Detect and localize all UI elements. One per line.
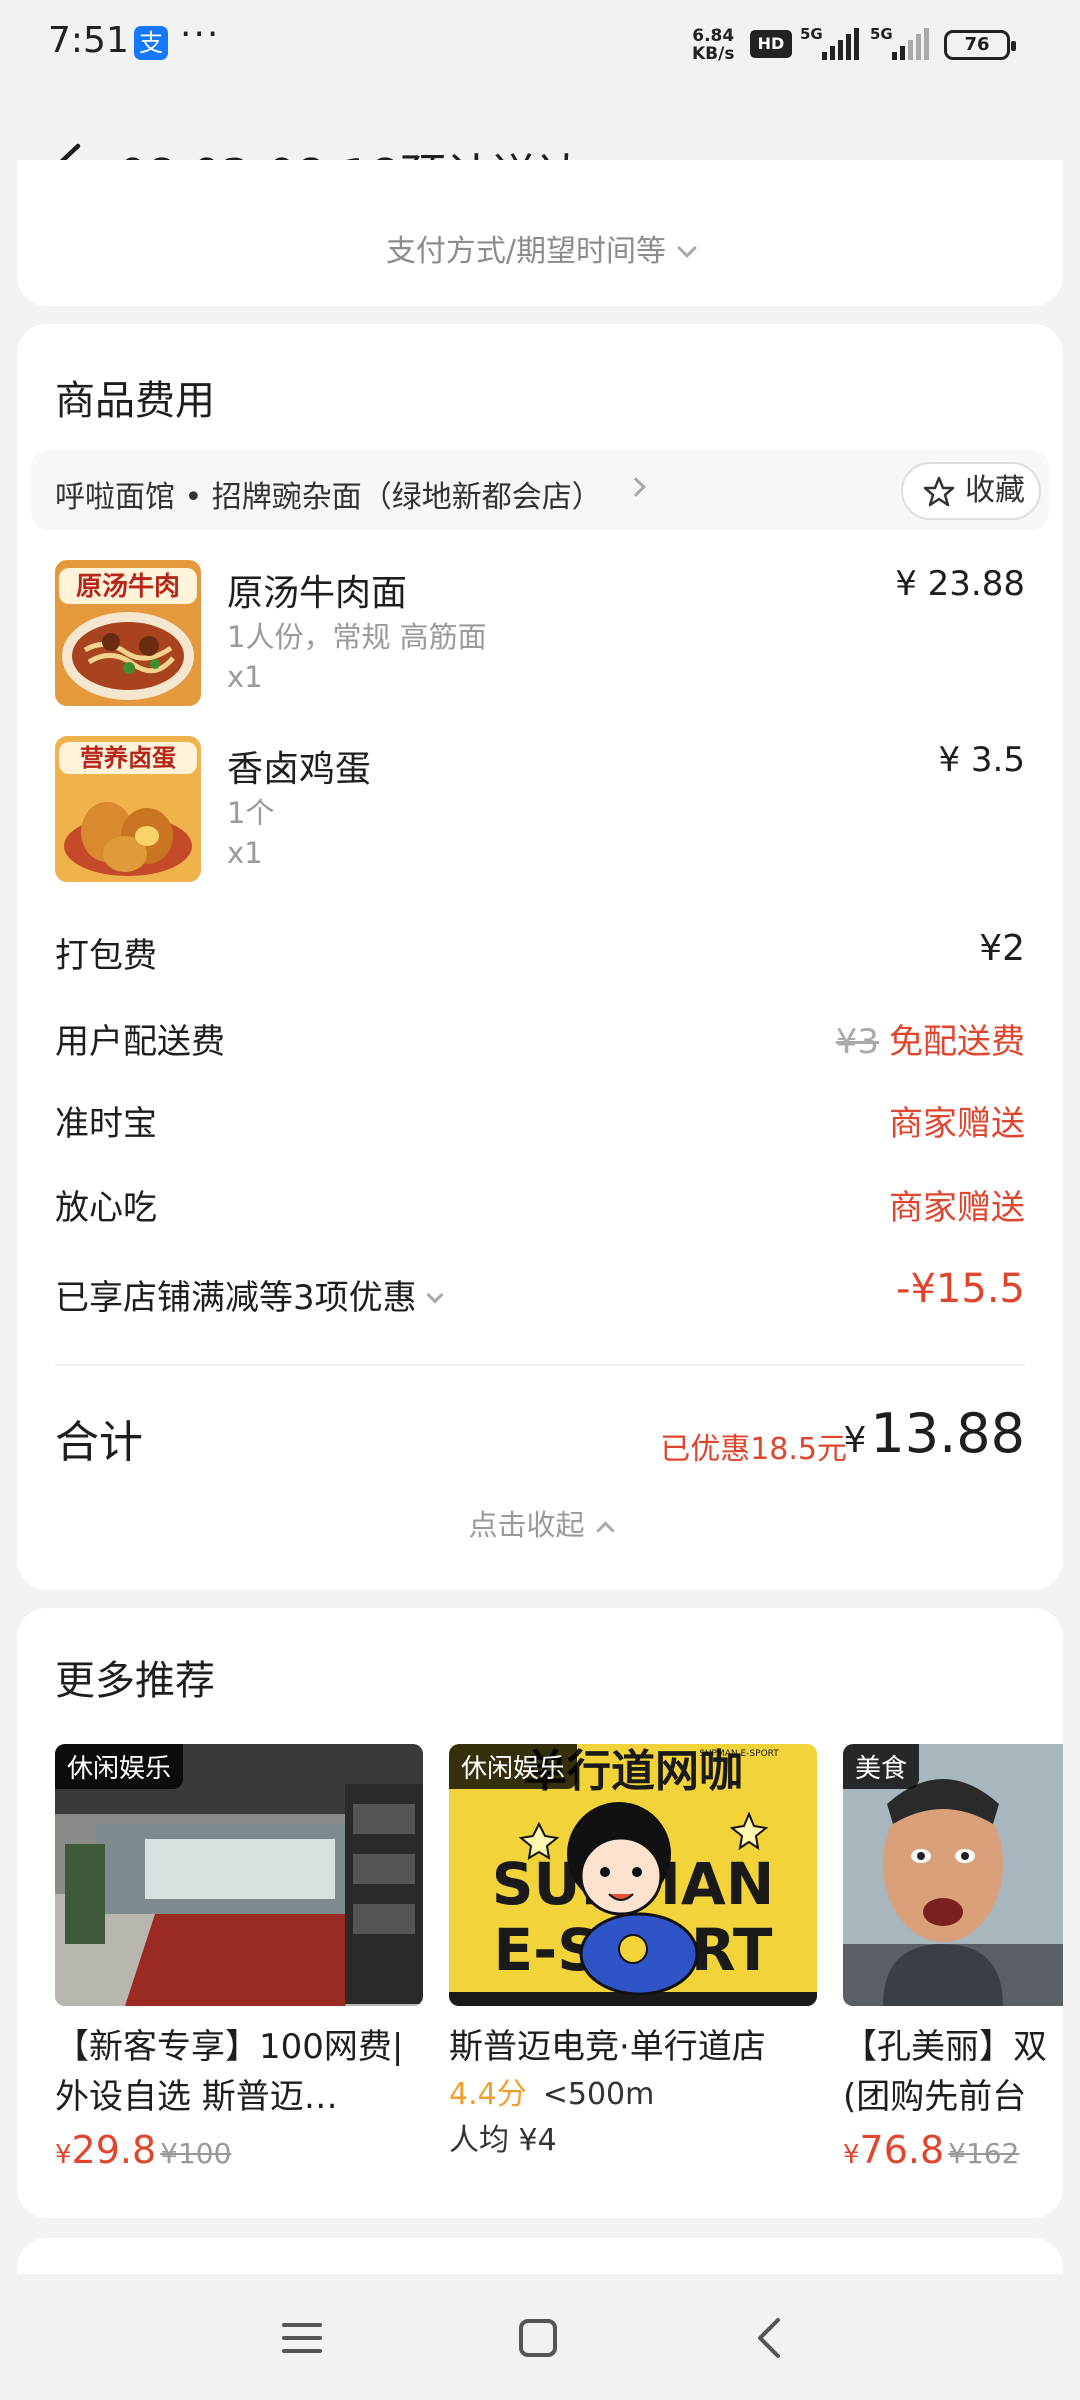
chevron-right-icon bbox=[626, 477, 646, 497]
item-name: 原汤牛肉面 bbox=[227, 573, 408, 614]
promo-row[interactable]: 已享店铺满减等3项优惠 -¥15.5 bbox=[55, 1266, 1025, 1326]
total-amount: ¥13.88 bbox=[844, 1402, 1026, 1465]
recommend-item[interactable]: 休闲娱乐 【新客专享】100网费|外设自选 斯普迈… ¥29.8 ¥100 bbox=[55, 1744, 423, 2172]
price-symbol: ¥ bbox=[55, 2140, 72, 2170]
packing-fee-row: 打包费 ¥2 bbox=[55, 928, 1025, 978]
payment-options-toggle[interactable]: 支付方式/期望时间等 bbox=[17, 226, 1063, 270]
signal-1-label: 5G bbox=[800, 26, 823, 43]
category-tag: 美食 bbox=[843, 1744, 920, 1789]
promo-label-wrap: 已享店铺满减等3项优惠 bbox=[55, 1270, 444, 1319]
original-price: ¥100 bbox=[160, 2137, 232, 2170]
alipay-icon: 支 bbox=[134, 26, 168, 60]
back-icon[interactable] bbox=[748, 2316, 792, 2360]
item-price: ¥ 3.5 bbox=[938, 740, 1025, 780]
category-tag: 休闲娱乐 bbox=[449, 1744, 578, 1789]
order-confirm-page: 7:51 支 ··· 6.84 KB/s HD 5G 5G 76 08:03-0… bbox=[0, 0, 1080, 2400]
item-quantity: x1 bbox=[227, 660, 263, 694]
item-thumbnail: 营养卤蛋 bbox=[55, 736, 201, 882]
chevron-up-icon bbox=[595, 1521, 615, 1540]
original-price: ¥162 bbox=[948, 2137, 1020, 2170]
recommend-item-meta: 4.4分 <500m bbox=[449, 2072, 817, 2118]
image-sign-small-text: SUPMAN E-SPORT bbox=[699, 1749, 779, 1759]
item-thumbnail: 原汤牛肉 bbox=[55, 560, 201, 706]
status-bar: 7:51 支 ··· 6.84 KB/s HD 5G 5G 76 bbox=[0, 0, 1080, 92]
recommend-card: 更多推荐 休闲娱乐 【新客专享】100网费|外设自选 斯普迈… ¥29.8 ¥1… bbox=[17, 1608, 1063, 2218]
battery-icon: 76 bbox=[944, 30, 1016, 60]
favorite-button[interactable]: 收藏 bbox=[901, 462, 1041, 520]
divider bbox=[55, 1364, 1025, 1366]
network-speed-value: 6.84 bbox=[692, 26, 735, 46]
total-label: 合计 bbox=[55, 1417, 143, 1468]
rating-score: 4.4分 bbox=[449, 2077, 527, 2112]
recommend-item[interactable]: 单行道网咖 SUPMAN E-SPORT SUPMAN E-SPORT 休闲娱乐… bbox=[449, 1744, 817, 2164]
collapse-label: 点击收起 bbox=[468, 1508, 585, 1542]
system-navigation-bar bbox=[0, 2274, 1080, 2400]
item-spec: 1人份，常规 高筋面 bbox=[227, 620, 487, 654]
item-spec: 1个 bbox=[227, 796, 275, 830]
fees-title: 商品费用 bbox=[55, 378, 215, 424]
chevron-down-icon bbox=[426, 1286, 444, 1304]
recommend-image: 休闲娱乐 bbox=[55, 1744, 423, 2006]
delivery-fee-row: 用户配送费 ¥3 免配送费 bbox=[55, 1014, 1025, 1064]
hd-voice-badge: HD bbox=[750, 30, 792, 58]
category-tag: 休闲娱乐 bbox=[55, 1744, 184, 1789]
price-value: 29.8 bbox=[71, 2128, 157, 2172]
average-price: 人均 ¥4 bbox=[449, 2123, 557, 2158]
favorite-label: 收藏 bbox=[965, 473, 1025, 508]
recommend-image: 单行道网咖 SUPMAN E-SPORT SUPMAN E-SPORT 休闲娱乐 bbox=[449, 1744, 817, 2006]
safe-label: 放心吃 bbox=[55, 1188, 157, 1228]
home-square-icon[interactable] bbox=[516, 2316, 560, 2360]
price-symbol: ¥ bbox=[843, 2140, 860, 2170]
item-thumbnail-text: 营养卤蛋 bbox=[80, 744, 176, 772]
signal-1-icon: 5G bbox=[800, 26, 859, 60]
ontime-value: 商家赠送 bbox=[889, 1104, 1025, 1144]
chevron-down-icon bbox=[677, 238, 697, 258]
more-notifications-icon: ··· bbox=[180, 14, 221, 55]
signal-2-label: 5G bbox=[870, 26, 893, 43]
recommend-item-title: 【新客专享】100网费|外设自选 斯普迈… bbox=[55, 2027, 404, 2117]
packing-fee-value: ¥2 bbox=[979, 928, 1025, 969]
payment-options-label: 支付方式/期望时间等 bbox=[385, 234, 667, 269]
recommend-item-title: 斯普迈电竞·单行道店 bbox=[449, 2027, 766, 2067]
item-price: ¥ 23.88 bbox=[895, 564, 1025, 604]
recommend-item-title: 【孔美丽】双(团购先前台 bbox=[843, 2027, 1047, 2117]
network-speed: 6.84 KB/s bbox=[692, 27, 734, 63]
item-name: 香卤鸡蛋 bbox=[227, 749, 372, 790]
total-amount-value: 13.88 bbox=[870, 1402, 1025, 1465]
recommend-title: 更多推荐 bbox=[55, 1658, 215, 1704]
collapse-toggle[interactable]: 点击收起 bbox=[17, 1502, 1063, 1544]
total-currency: ¥ bbox=[843, 1420, 867, 1461]
item-thumbnail-text: 原汤牛肉 bbox=[76, 572, 180, 602]
payment-card: 支付方式/期望时间等 bbox=[17, 160, 1063, 306]
star-outline-icon bbox=[923, 476, 955, 507]
signal-2-icon: 5G bbox=[870, 26, 929, 60]
promo-value: -¥15.5 bbox=[896, 1266, 1025, 1312]
ontime-row: 准时宝 商家赠送 bbox=[55, 1096, 1025, 1146]
safe-value: 商家赠送 bbox=[889, 1188, 1025, 1228]
promo-label: 已享店铺满减等3项优惠 bbox=[55, 1278, 417, 1318]
total-saved: 已优惠18.5元 bbox=[660, 1432, 847, 1467]
network-speed-unit: KB/s bbox=[692, 44, 735, 64]
delivery-fee-label: 用户配送费 bbox=[55, 1022, 225, 1062]
status-time: 7:51 bbox=[48, 20, 129, 61]
packing-fee-label: 打包费 bbox=[55, 936, 157, 976]
menu-icon[interactable] bbox=[280, 2316, 324, 2360]
ontime-label: 准时宝 bbox=[55, 1104, 157, 1144]
fees-card: 商品费用 呼啦面馆 • 招牌豌杂面（绿地新都会店） 收藏 原汤牛肉 原汤牛肉面 … bbox=[17, 324, 1063, 1590]
delivery-fee-original: ¥3 bbox=[835, 1022, 879, 1062]
recommend-image: 美食 bbox=[843, 1744, 1063, 2006]
order-item: 原汤牛肉 原汤牛肉面 1人份，常规 高筋面 x1 ¥ 23.88 bbox=[17, 560, 1063, 720]
safe-row: 放心吃 商家赠送 bbox=[55, 1180, 1025, 1230]
shop-bar[interactable]: 呼啦面馆 • 招牌豌杂面（绿地新都会店） 收藏 bbox=[31, 450, 1049, 530]
recommend-item-price: ¥29.8 ¥100 bbox=[55, 2128, 423, 2172]
recommend-item[interactable]: 美食 【孔美丽】双(团购先前台 ¥76.8 ¥162 bbox=[843, 1744, 1063, 2172]
shop-name: 呼啦面馆 • 招牌豌杂面（绿地新都会店） bbox=[55, 480, 602, 515]
delivery-fee-value: 免配送费 bbox=[889, 1022, 1025, 1062]
delivery-fee-values: ¥3 免配送费 bbox=[836, 1014, 1025, 1063]
distance: <500m bbox=[542, 2077, 655, 2112]
order-item: 营养卤蛋 香卤鸡蛋 1个 x1 ¥ 3.5 bbox=[17, 736, 1063, 896]
recommend-item-price: ¥76.8 ¥162 bbox=[843, 2128, 1063, 2172]
item-quantity: x1 bbox=[227, 836, 263, 870]
price-value: 76.8 bbox=[859, 2128, 945, 2172]
